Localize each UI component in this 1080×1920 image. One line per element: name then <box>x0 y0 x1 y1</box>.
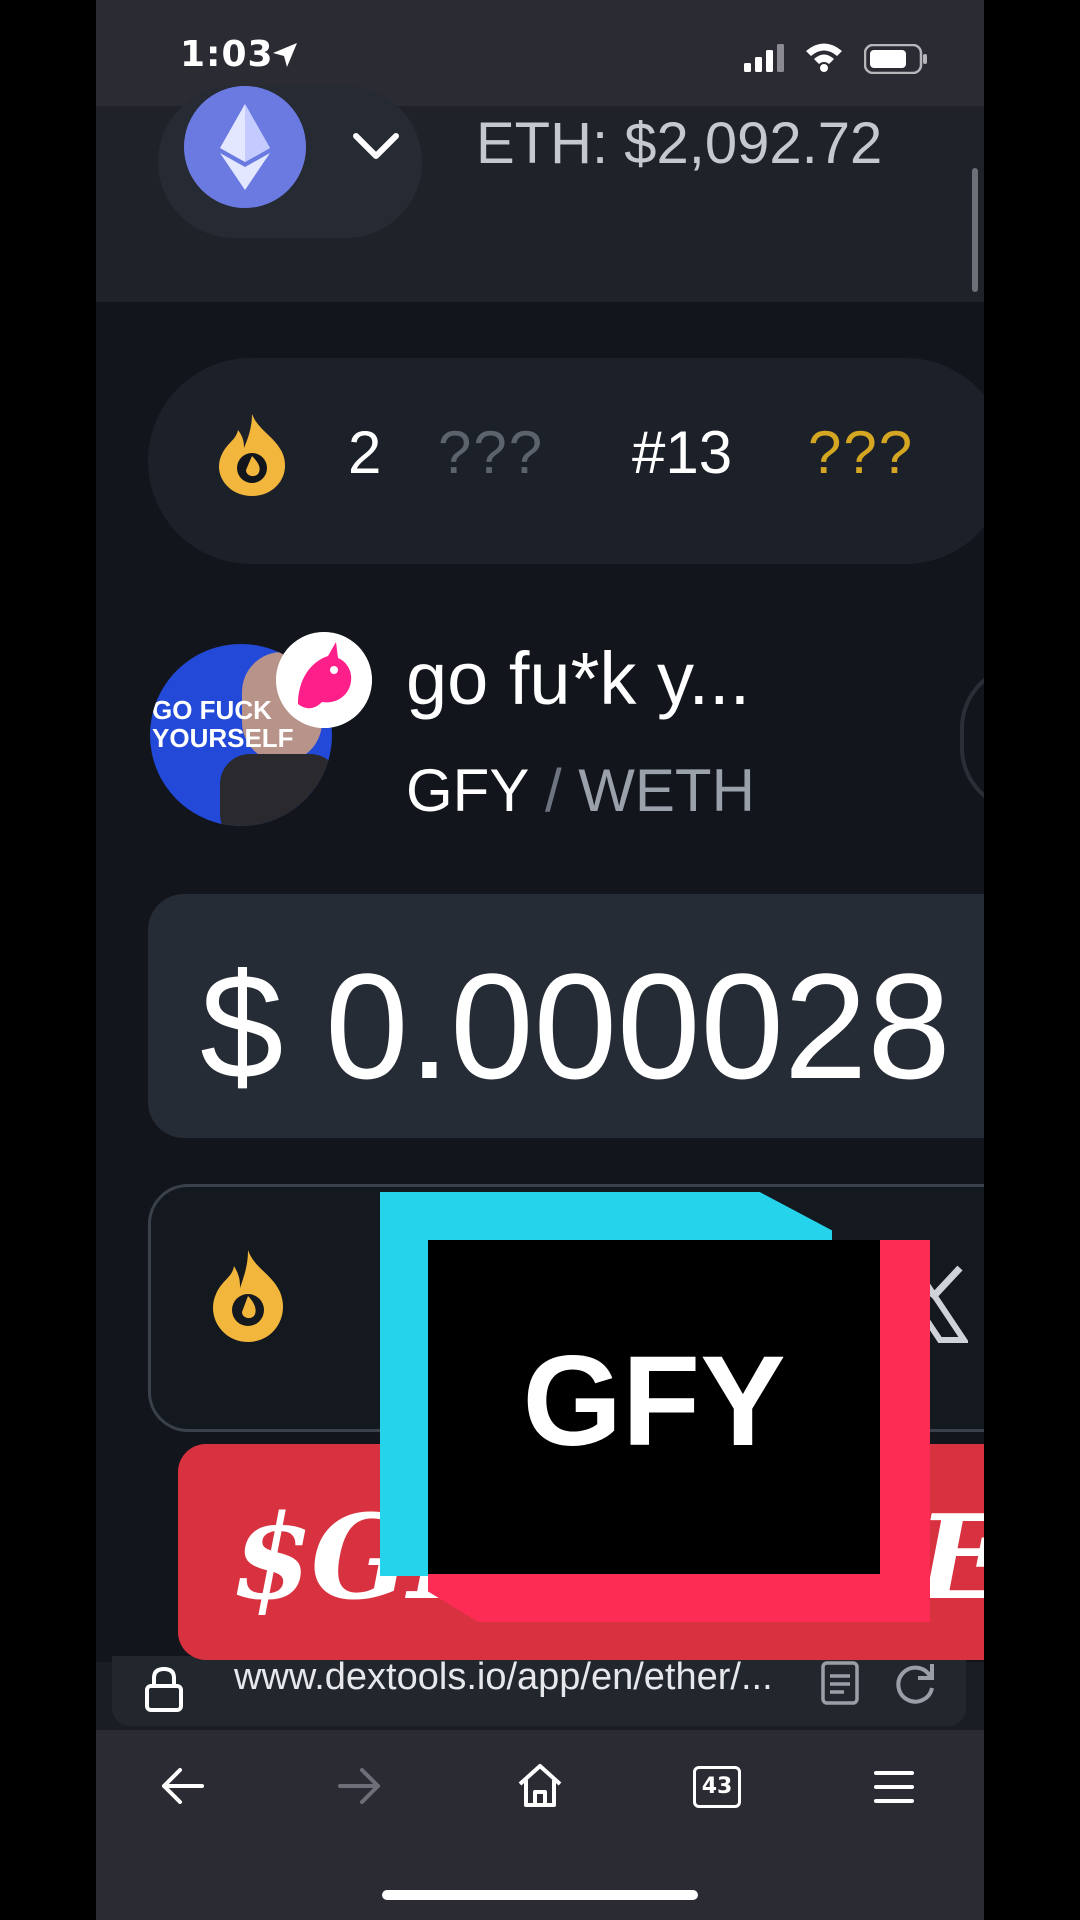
flame-icon[interactable] <box>208 1248 288 1344</box>
hot-rank: 2 <box>348 419 382 486</box>
scrollbar[interactable] <box>972 168 978 292</box>
url-text[interactable]: www.dextools.io/app/en/ether/... <box>234 1656 773 1699</box>
avatar-body <box>220 754 332 826</box>
home-icon[interactable] <box>516 1762 564 1808</box>
avatar-text: GO FUCK YOURSELF <box>152 695 294 753</box>
hot-pair-symbol-2[interactable]: ??? <box>808 418 914 487</box>
location-arrow-icon <box>273 43 297 67</box>
status-time: 1:03 <box>180 34 274 75</box>
base-symbol: GFY <box>406 757 529 824</box>
logo-text: GFY <box>522 1330 786 1473</box>
pair-separator: / <box>544 757 562 824</box>
token-price: $ 0.000028 <box>200 942 951 1110</box>
forward-arrow-icon[interactable] <box>338 1766 382 1806</box>
tabs-count-button[interactable]: 43 <box>693 1766 741 1808</box>
flame-icon <box>218 414 286 496</box>
lock-icon <box>145 1666 183 1712</box>
hot-pair-rank: #13 <box>632 419 733 486</box>
ethereum-icon <box>184 86 306 208</box>
quote-symbol: WETH <box>578 757 755 824</box>
home-indicator[interactable] <box>382 1890 698 1900</box>
phone-screen: 1:03 ETH: $2,092.72 2 ??? #13 ??? GO FUC… <box>96 0 984 1920</box>
token-pair: GFY / WETH <box>406 756 755 825</box>
menu-icon[interactable] <box>874 1770 914 1804</box>
reader-mode-icon[interactable] <box>820 1660 860 1706</box>
uniswap-icon <box>276 632 372 728</box>
reload-icon[interactable] <box>890 1658 940 1708</box>
cellular-signal-icon <box>744 44 784 72</box>
hot-pair-symbol[interactable]: ??? <box>438 418 544 487</box>
back-arrow-icon[interactable] <box>160 1766 204 1806</box>
battery-icon <box>864 44 927 74</box>
token-name: go fu*k y... <box>406 637 751 720</box>
eth-price: ETH: $2,092.72 <box>476 111 883 176</box>
wifi-icon <box>806 43 842 72</box>
chevron-down-icon[interactable] <box>352 130 400 162</box>
